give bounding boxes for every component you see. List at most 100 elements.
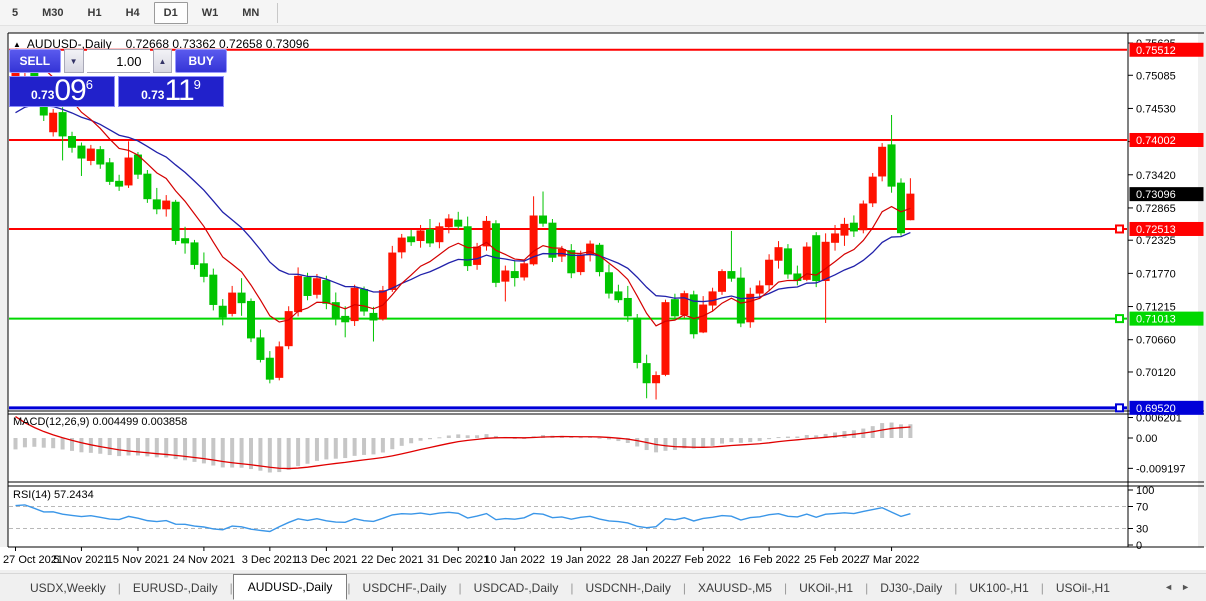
macd-bar	[804, 435, 809, 438]
tab-scroll-left-icon[interactable]: ◄	[1164, 582, 1181, 592]
svg-text:7 Mar 2022: 7 Mar 2022	[864, 554, 920, 566]
volume-increase-button[interactable]: ▲	[152, 49, 173, 73]
tab-ukoil-h1[interactable]: UKOil-,H1	[787, 577, 865, 599]
macd-bar	[738, 438, 743, 443]
tab-audusd-daily[interactable]: AUDUSD-,Daily	[232, 573, 348, 600]
candle-body	[774, 247, 783, 261]
macd-bar	[427, 438, 432, 440]
sell-button[interactable]: SELL	[9, 49, 61, 73]
candle-body	[115, 180, 124, 187]
sell-price-pip: 6	[85, 77, 93, 92]
svg-text:25 Feb 2022: 25 Feb 2022	[804, 554, 866, 566]
candle-body	[567, 250, 576, 274]
candle-body	[360, 289, 369, 312]
tab-usdchf-daily[interactable]: USDCHF-,Daily	[351, 577, 459, 599]
tab-usoil-h1[interactable]: USOil-,H1	[1044, 577, 1122, 599]
svg-text:0.00: 0.00	[1136, 433, 1157, 445]
svg-text:70: 70	[1136, 502, 1148, 514]
candle-body	[652, 375, 661, 384]
tab-usdcnh-daily[interactable]: USDCNH-,Daily	[573, 577, 682, 599]
candle-body	[727, 271, 736, 279]
macd-bar	[60, 438, 65, 450]
candle-body	[58, 112, 67, 137]
buy-price-display[interactable]: 0.73 11 9	[118, 76, 224, 107]
macd-bar	[710, 438, 715, 446]
candle-body	[661, 302, 670, 375]
level-handle[interactable]	[1115, 224, 1124, 234]
macd-bar	[672, 438, 677, 451]
candle-body	[473, 246, 482, 265]
macd-bar	[286, 438, 291, 470]
candle-body	[275, 346, 284, 378]
candle-body	[152, 199, 161, 210]
candle-body	[604, 272, 613, 294]
sell-price-display[interactable]: 0.73 09 6	[9, 76, 115, 107]
candle-body	[906, 193, 915, 221]
candle-body	[736, 277, 745, 324]
chevron-down-icon: ▼	[69, 56, 78, 66]
candle-body	[849, 222, 858, 232]
price-level-badge-label: 0.72513	[1136, 224, 1176, 236]
candle-body	[228, 292, 237, 314]
candle-body	[444, 218, 453, 228]
candle-body	[247, 300, 255, 339]
volume-decrease-button[interactable]: ▼	[63, 49, 84, 73]
macd-bar	[418, 438, 423, 441]
macd-bar	[776, 437, 781, 439]
svg-text:0: 0	[1136, 540, 1142, 552]
candle-body	[416, 230, 425, 242]
volume-input[interactable]	[86, 49, 150, 73]
candle-body	[77, 145, 86, 159]
rsi-label: RSI(14) 57.2434	[13, 489, 94, 501]
candle-body	[576, 254, 585, 273]
tab-usdx-weekly[interactable]: USDX,Weekly	[18, 577, 118, 599]
candle-body	[49, 112, 58, 133]
panel-collapse-icon[interactable]: ▲	[13, 40, 21, 49]
svg-text:22 Dec 2021: 22 Dec 2021	[361, 554, 423, 566]
tab-scroll-right-icon[interactable]: ►	[1181, 582, 1198, 592]
tab-uk100-h1[interactable]: UK100-,H1	[957, 577, 1040, 599]
tab-eurusd-daily[interactable]: EURUSD-,Daily	[121, 577, 230, 599]
candle-body	[322, 280, 331, 304]
level-handle[interactable]	[1115, 314, 1124, 324]
svg-text:0.74530: 0.74530	[1136, 103, 1176, 115]
macd-bar	[795, 436, 800, 438]
candle-body	[218, 305, 227, 318]
macd-bar	[785, 436, 790, 438]
candle-body	[633, 317, 642, 363]
macd-bar	[606, 438, 611, 440]
candle-body	[595, 244, 604, 273]
macd-bar	[41, 438, 46, 448]
candle-body	[868, 176, 877, 204]
macd-bar	[362, 438, 367, 455]
macd-bar	[343, 438, 348, 459]
candle-body	[312, 278, 321, 295]
candle-body	[407, 236, 416, 243]
price-level-badge-label: 0.71013	[1136, 314, 1176, 326]
price-level-badge-label: 0.74002	[1136, 135, 1176, 147]
candle-body	[755, 285, 764, 294]
candle-body	[86, 148, 95, 161]
candle-body	[388, 252, 397, 291]
level-handle[interactable]	[1115, 403, 1124, 413]
macd-bar	[51, 438, 56, 449]
macd-bar	[126, 438, 131, 456]
candle-body	[491, 223, 500, 283]
macd-label: MACD(12,26,9) 0.004499 0.003858	[13, 416, 187, 428]
macd-bar	[22, 438, 27, 448]
tab-usdcad-daily[interactable]: USDCAD-,Daily	[462, 577, 571, 599]
macd-bar	[324, 438, 329, 460]
buy-button[interactable]: BUY	[175, 49, 227, 73]
buy-price-pip: 9	[193, 77, 201, 92]
candle-body	[171, 201, 180, 242]
macd-bar	[296, 438, 301, 467]
candle-body	[124, 157, 133, 186]
candle-body	[793, 273, 802, 282]
chevron-up-icon: ▲	[158, 56, 167, 66]
tab-xauusd-m5[interactable]: XAUUSD-,M5	[686, 577, 784, 599]
macd-bar	[145, 438, 150, 457]
macd-bar	[701, 438, 706, 448]
tab-dj30-daily[interactable]: DJ30-,Daily	[868, 577, 954, 599]
macd-bar	[446, 435, 451, 438]
tab-scroll-arrows: ◄►	[1164, 582, 1198, 592]
